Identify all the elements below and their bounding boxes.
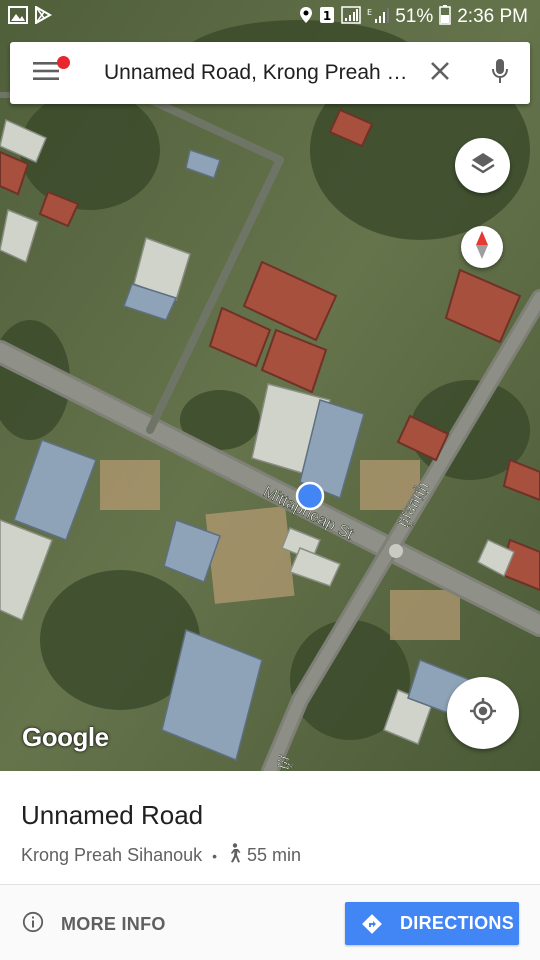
status-bar: 1 E 51% 2:36 PM [0, 0, 540, 34]
data-signal-icon: E [367, 6, 390, 29]
action-bar: MORE INFO DIRECTIONS [0, 885, 540, 960]
my-location-button[interactable] [447, 677, 519, 749]
info-icon [22, 911, 44, 938]
walk-time: 55 min [247, 845, 302, 865]
place-subtitle: Krong Preah Sihanouk • 55 min [21, 843, 301, 868]
compass-button[interactable] [461, 226, 503, 268]
satellite-map[interactable]: Mittapheap St ផ្លូវ​ឧកញ៉ា ផ្លូវ Google [0, 0, 540, 771]
battery-percent: 51% [395, 6, 434, 27]
more-info-label: MORE INFO [61, 914, 166, 934]
clear-search-button[interactable] [410, 42, 470, 104]
directions-label: DIRECTIONS [400, 913, 515, 933]
place-sheet[interactable]: Unnamed Road Krong Preah Sihanouk • 55 m… [0, 771, 540, 960]
separator-dot: • [212, 847, 218, 864]
current-location-dot [295, 481, 325, 511]
place-title: Unnamed Road [21, 800, 204, 830]
more-info-button[interactable]: MORE INFO [22, 911, 166, 938]
play-store-icon [34, 4, 53, 29]
walking-icon [227, 843, 241, 868]
menu-notification-badge [57, 56, 70, 69]
svg-text:E: E [367, 8, 372, 17]
map-imagery: Mittapheap St ផ្លូវ​ឧកញ៉ា ផ្លូវ [0, 0, 540, 771]
compass-icon [475, 230, 489, 265]
menu-icon [33, 61, 59, 86]
directions-button[interactable]: DIRECTIONS [345, 902, 519, 945]
svg-text:1: 1 [323, 9, 331, 23]
search-input[interactable]: Unnamed Road, Krong Preah Sih... [82, 61, 410, 85]
layers-icon [470, 150, 496, 181]
place-locality: Krong Preah Sihanouk [21, 845, 203, 865]
menu-button[interactable] [10, 42, 82, 104]
sim-1-icon: 1 [319, 6, 335, 29]
battery-icon [439, 4, 451, 30]
search-box[interactable]: Unnamed Road, Krong Preah Sih... [10, 42, 530, 104]
clear-icon [430, 61, 450, 86]
status-time: 2:36 PM [457, 6, 528, 27]
my-location-icon [469, 697, 497, 730]
google-logo: Google [22, 722, 109, 752]
location-pin-icon [299, 6, 313, 29]
mic-icon [491, 58, 509, 89]
directions-icon [361, 913, 383, 935]
signal-icon [341, 5, 361, 29]
intersection-marker [389, 544, 403, 558]
image-icon [8, 5, 28, 29]
layers-button[interactable] [455, 138, 510, 193]
voice-search-button[interactable] [470, 42, 530, 104]
